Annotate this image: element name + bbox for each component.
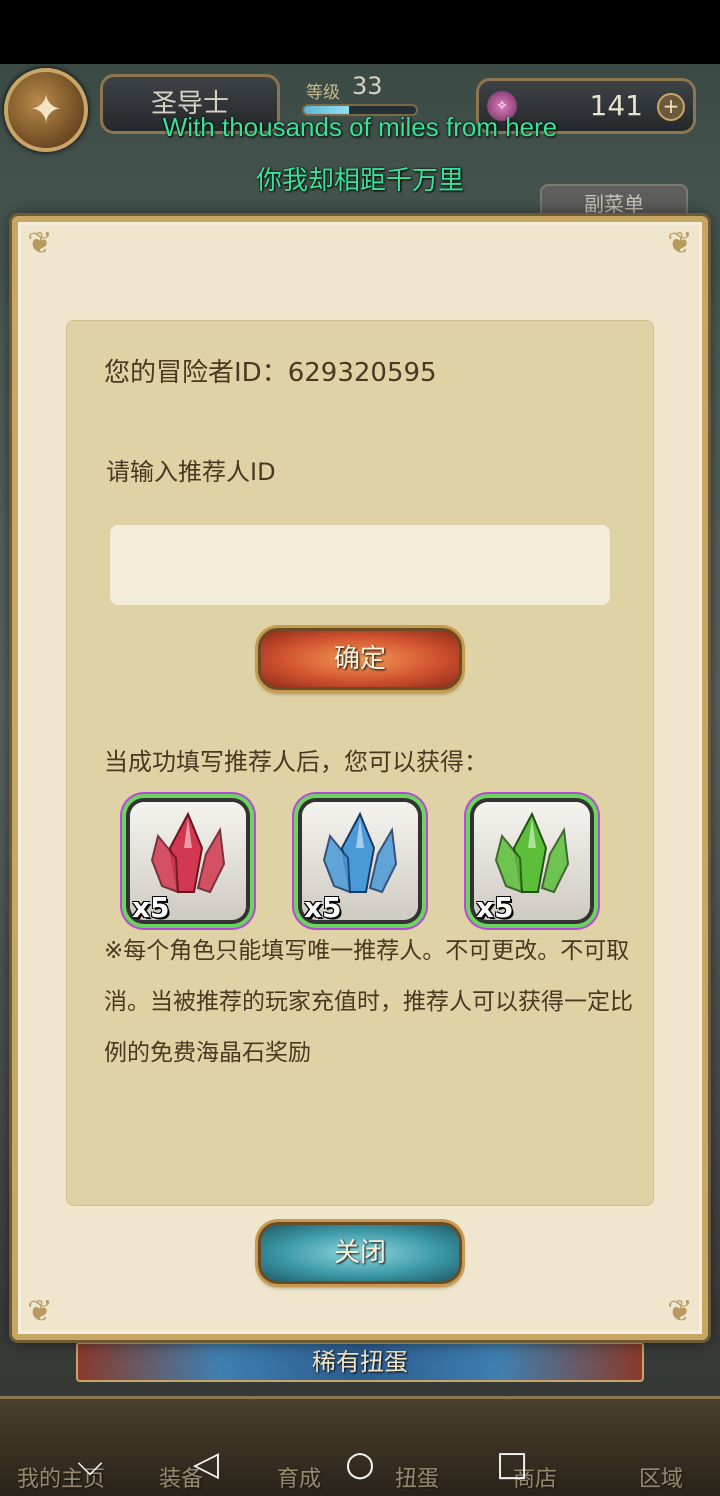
chevron-down-icon[interactable]: ⌵: [68, 1444, 112, 1484]
subtitle-chinese: 你我却相距千万里: [255, 166, 464, 196]
back-icon[interactable]: ◁: [184, 1444, 228, 1484]
confirm-button[interactable]: 确定: [258, 628, 462, 690]
system-nav-bar: ⌵ ◁ ○ □: [0, 1430, 720, 1496]
blue-crystal-icon: [322, 811, 398, 894]
corner-ornament-icon: ❦: [27, 226, 53, 261]
home-icon[interactable]: ○: [338, 1444, 382, 1484]
reward-blue-crystal[interactable]: x5: [302, 802, 418, 924]
level-label: 等级: [306, 83, 340, 103]
reward-green-crystal[interactable]: x5: [474, 802, 590, 924]
reward-count: x5: [476, 891, 514, 924]
close-button[interactable]: 关闭: [258, 1222, 462, 1284]
level-value: 33: [352, 72, 383, 100]
rare-gacha-banner[interactable]: 稀有扭蛋: [76, 1342, 644, 1382]
corner-ornament-icon: ❦: [667, 1294, 693, 1329]
corner-ornament-icon: ❦: [27, 1294, 53, 1329]
reward-count: x5: [132, 891, 170, 924]
adventurer-id: 您的冒险者ID：629320595: [104, 358, 437, 388]
corner-ornament-icon: ❦: [667, 226, 693, 261]
status-bar: [0, 0, 720, 64]
subtitle-english: With thousands of miles from here: [162, 112, 558, 142]
reward-red-crystal[interactable]: x5: [130, 802, 246, 924]
reward-intro-text: 当成功填写推荐人后，您可以获得：: [104, 748, 488, 776]
recent-apps-icon[interactable]: □: [490, 1444, 534, 1484]
red-crystal-icon: [150, 811, 226, 894]
referrer-id-input[interactable]: [110, 525, 610, 605]
referrer-id-label: 请输入推荐人ID: [106, 458, 276, 486]
green-crystal-icon: [494, 811, 570, 894]
referral-notice: ※每个角色只能填写唯一推荐人。不可更改。不可取消。当被推荐的玩家充值时，推荐人可…: [104, 938, 633, 1066]
reward-count: x5: [304, 891, 342, 924]
